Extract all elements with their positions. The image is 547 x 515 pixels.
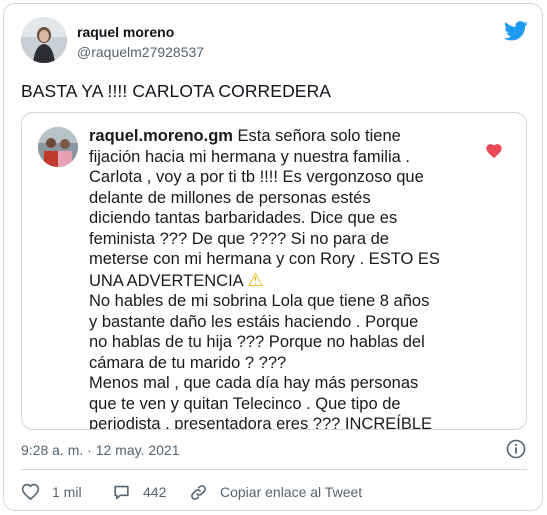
embedded-line: que te ven y quitan Telecinco . Que tipo… [89, 394, 401, 413]
tweet-timestamp[interactable]: 9:28 a. m. · 12 may. 2021 [21, 442, 180, 458]
embedded-line: meterse con mi hermana y con Rory . ESTO… [89, 250, 440, 268]
info-icon[interactable] [506, 439, 526, 459]
tweet-card: raquel moreno @raquelm27928537 BASTA YA … [3, 3, 543, 511]
divider [21, 469, 527, 470]
embedded-line: cámara de tu marido ? ??? [89, 353, 287, 372]
embedded-line: UNA ADVERTENCIA ⚠ [89, 270, 479, 292]
tweet-text: BASTA YA !!!! CARLOTA CORREDERA [21, 81, 332, 101]
link-icon [191, 484, 206, 500]
embedded-post-text: raquel.moreno.gm Esta señora solo tiene … [89, 126, 479, 430]
embedded-instagram-post: raquel.moreno.gm Esta señora solo tiene … [21, 112, 527, 430]
reply-bubble-icon [114, 485, 129, 499]
author-handle[interactable]: @raquelm27928537 [77, 44, 204, 60]
reply-button[interactable]: 442 [112, 482, 166, 502]
embedded-line: delante de millones de personas estés [89, 188, 371, 207]
embedded-line: raquel.moreno.gm Esta señora solo tiene [89, 126, 479, 147]
author-name[interactable]: raquel moreno [77, 24, 174, 40]
embedded-line: diciendo tantas barbaridades. Dice que e… [89, 209, 398, 227]
embedded-username: raquel.moreno.gm [89, 127, 233, 145]
like-button[interactable]: 1 mil [21, 482, 82, 502]
embedded-line: Carlota , voy a por ti tb !!!! Es vergon… [89, 168, 424, 186]
embedded-user-avatar [38, 127, 78, 167]
embedded-line: no hablas de tu hija ??? Porque no habla… [89, 333, 425, 351]
heart-outline-icon [21, 483, 40, 500]
like-count: 1 mil [52, 484, 82, 500]
warning-icon: ⚠ [247, 269, 264, 290]
embedded-line: fijación hacia mi hermana y nuestra fami… [89, 147, 410, 166]
copy-link-button[interactable]: Copiar enlace al Tweet [189, 482, 362, 502]
advertencia-text: UNA ADVERTENCIA [89, 271, 243, 290]
reply-count: 442 [143, 484, 167, 500]
heart-icon [486, 144, 502, 159]
twitter-bird-icon[interactable] [504, 21, 528, 41]
author-avatar[interactable] [21, 17, 67, 63]
embedded-line: y bastante daño les estáis haciendo . Po… [89, 312, 419, 331]
copy-link-label: Copiar enlace al Tweet [220, 484, 363, 500]
embedded-line-text: Esta señora solo tiene [232, 127, 401, 145]
embedded-line: periodista , presentadora eres ??? INCRE… [89, 415, 433, 430]
embedded-line: feminista ??? De que ???? Si no para de [89, 229, 389, 248]
embedded-line: Menos mal , que cada día hay más persona… [89, 374, 419, 392]
embedded-line: No hables de mi sobrina Lola que tiene 8… [89, 292, 430, 310]
